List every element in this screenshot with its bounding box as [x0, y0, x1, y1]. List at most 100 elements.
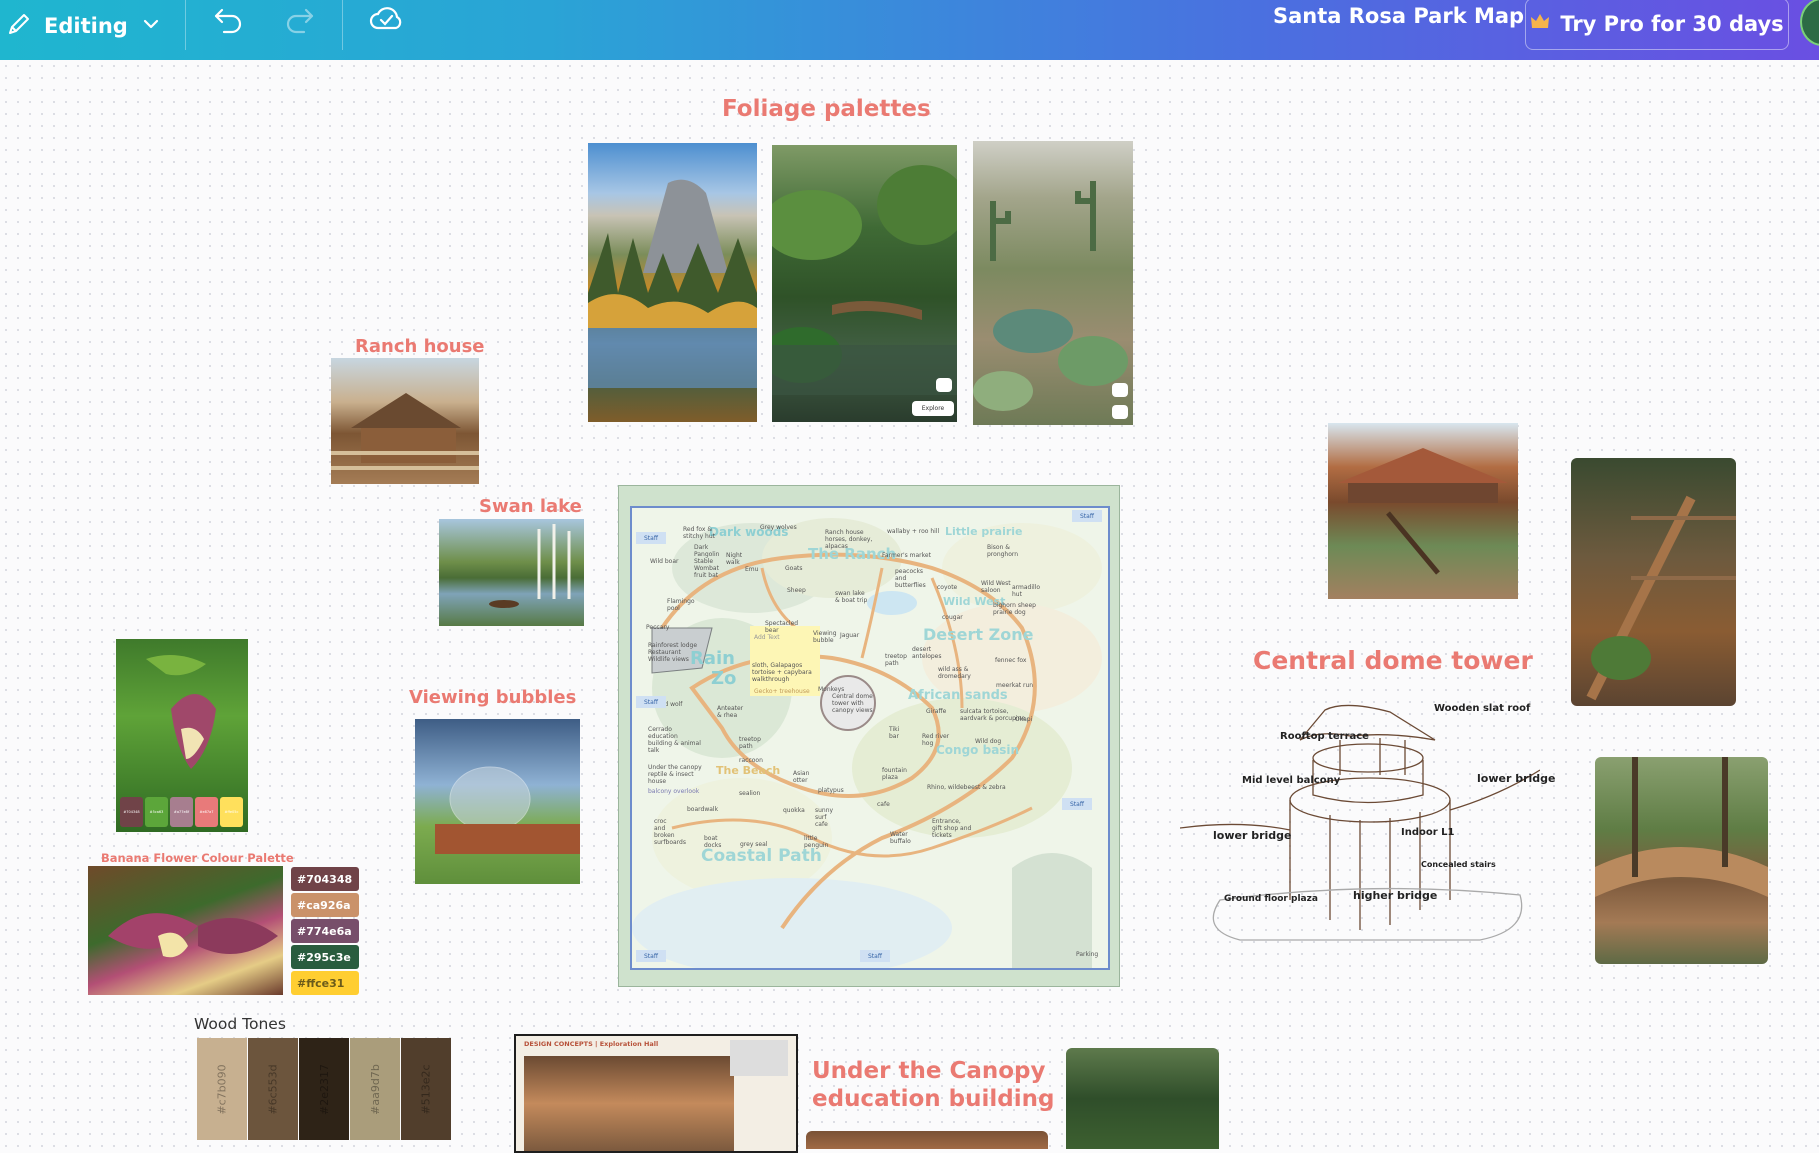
- sketch-label: lower bridge: [1477, 772, 1556, 785]
- map-label: platypus: [818, 787, 844, 794]
- map-label: Central dome tower with canopy views: [832, 693, 873, 714]
- map-label: raccoon: [739, 757, 763, 764]
- ranch-house-photo[interactable]: [331, 358, 479, 484]
- try-pro-label: Try Pro for 30 days: [1560, 12, 1784, 36]
- zone-the-beach: The Beach: [716, 764, 781, 777]
- design-concepts-label: DESIGN CONCEPTS | Exploration Hall: [524, 1040, 659, 1048]
- map-label: Okapi: [1015, 716, 1033, 723]
- map-label: Water buffalo: [890, 831, 911, 845]
- banana-palette-heading: Banana Flower Colour Palette: [101, 851, 294, 865]
- try-pro-button[interactable]: Try Pro for 30 days: [1525, 0, 1789, 50]
- central-dome-heading: Central dome tower: [1253, 646, 1533, 675]
- wood-tone-swatch[interactable]: #2e2317: [299, 1038, 349, 1140]
- color-swatch[interactable]: #704348: [291, 867, 359, 891]
- ranch-house-heading: Ranch house: [355, 336, 485, 357]
- map-label: swan lake & boat trip: [835, 590, 868, 604]
- desert-garden-photo[interactable]: [973, 141, 1133, 425]
- map-label: Rainforest lodge Restaurant Wildlife views: [648, 642, 698, 663]
- map-label: sunny surf cafe: [815, 807, 834, 828]
- explore-button[interactable]: Explore: [912, 401, 954, 416]
- map-label: Parking: [1076, 951, 1099, 958]
- viewing-bubbles-heading: Viewing bubbles: [409, 687, 577, 708]
- park-map[interactable]: Dark woods The Ranch Little prairie Wild…: [630, 506, 1110, 970]
- sketch-label: higher bridge: [1353, 889, 1438, 902]
- wood-tone-label: #6c553d: [266, 1063, 280, 1115]
- sketch-label: Concealed stairs: [1421, 860, 1496, 869]
- wood-tone-swatch[interactable]: #c7b090: [197, 1038, 247, 1140]
- expand-icon[interactable]: [1112, 383, 1128, 397]
- sketch-label: Indoor L1: [1401, 827, 1455, 838]
- map-label: boardwalk: [687, 806, 719, 813]
- avatar[interactable]: [1800, 0, 1819, 46]
- document-title[interactable]: Santa Rosa Park Map: [1273, 4, 1524, 28]
- map-label: balcony overlook: [648, 788, 700, 795]
- color-swatch[interactable]: #295c3e: [291, 945, 359, 969]
- editing-mode-dropdown[interactable]: Editing: [6, 6, 162, 46]
- map-label: Giraffe: [926, 708, 947, 715]
- redo-icon: [282, 4, 316, 38]
- viewing-bubble-photo[interactable]: [415, 719, 580, 884]
- mini-color-swatch: #5ca63: [145, 797, 168, 827]
- map-label: Add Text: [754, 634, 780, 641]
- sketch-label: Mid level balcony: [1242, 775, 1341, 786]
- wood-tone-label: #c7b090: [215, 1063, 229, 1115]
- staff-marker: Staff: [1062, 798, 1092, 810]
- map-label: Wild boar: [650, 558, 679, 565]
- wood-tone-swatch[interactable]: #513e2c: [401, 1038, 451, 1140]
- map-label: treetop path: [885, 653, 907, 667]
- map-label: Night walk: [726, 552, 743, 566]
- map-label: Tiki bar: [889, 726, 900, 740]
- color-swatch[interactable]: #774e6a: [291, 919, 359, 943]
- sketch-label: Ground floor plaza: [1224, 894, 1318, 904]
- cloud-check-icon: [368, 2, 404, 38]
- color-swatch[interactable]: #ca926a: [291, 893, 359, 917]
- map-label: croc and broken surfboards: [654, 818, 686, 846]
- zone-little-prairie: Little prairie: [945, 525, 1023, 538]
- cloud-save-button[interactable]: [368, 2, 404, 38]
- map-label: armadillo hut: [1012, 584, 1041, 598]
- staff-marker: Staff: [1072, 510, 1102, 522]
- expand-icon[interactable]: [936, 378, 952, 392]
- map-label: Sheep: [787, 587, 806, 594]
- undo-button[interactable]: [212, 4, 246, 38]
- canopy-building-photo[interactable]: [806, 1131, 1048, 1149]
- mountain-lake-photo[interactable]: [588, 143, 757, 422]
- mini-color-swatch: #704348: [120, 797, 143, 827]
- canopy-interior-photo[interactable]: [1066, 1048, 1219, 1149]
- external-link-icon[interactable]: [1112, 405, 1128, 419]
- sketch-label: lower bridge: [1213, 829, 1292, 842]
- stair-tower-photo[interactable]: [1571, 458, 1736, 706]
- toolbar-divider: [342, 0, 343, 50]
- map-label: meerkat run: [996, 682, 1034, 689]
- map-label: Farmer's market: [882, 552, 931, 559]
- wood-tone-swatch[interactable]: #6c553d: [248, 1038, 298, 1140]
- map-label: Jaguar: [840, 632, 860, 639]
- map-label: desert antelopes: [912, 646, 942, 660]
- design-concepts-card[interactable]: DESIGN CONCEPTS | Exploration Hall: [514, 1034, 798, 1153]
- map-label: Under the canopy reptile & insect house: [648, 764, 702, 785]
- map-label: Red river hog: [922, 733, 950, 747]
- map-label: sloth, Galapagos tortoise + capybara walkt…: [752, 662, 812, 683]
- pencil-icon: [6, 11, 32, 41]
- color-swatch[interactable]: #ffce31: [291, 971, 359, 995]
- treetop-deck-photo[interactable]: [1595, 757, 1768, 964]
- map-label: little penguin: [804, 835, 829, 849]
- map-label: Dark Pangolin Stable Wombat fruit bat: [694, 544, 720, 579]
- map-label: Flamingo pool: [667, 598, 695, 612]
- map-label: Ranch house horses, donkey, alpacas: [825, 529, 873, 550]
- banana-flower-photo[interactable]: #704348 #5ca63 #a77e8f #e87a7 #ffe05c: [116, 639, 248, 832]
- dome-tower-photo[interactable]: [1328, 423, 1518, 599]
- map-label: Goats: [785, 565, 803, 572]
- wood-tones-heading: Wood Tones: [194, 1015, 286, 1033]
- map-label: treetop path: [739, 736, 761, 750]
- zone-desert: Desert Zone: [923, 625, 1034, 644]
- wood-tone-swatch[interactable]: #aa9d7b: [350, 1038, 400, 1140]
- redo-button[interactable]: [282, 4, 316, 38]
- rainforest-bridge-photo[interactable]: Explore: [772, 145, 957, 422]
- swan-lake-photo[interactable]: [439, 519, 584, 626]
- park-map-frame[interactable]: Dark woods The Ranch Little prairie Wild…: [618, 485, 1120, 987]
- map-label: Peccary: [646, 624, 670, 631]
- map-label: Red fox & stitchy hut: [683, 526, 716, 540]
- map-label: Rhino, wildebeest & zebra: [927, 784, 1006, 791]
- banana-palette-photo[interactable]: [88, 866, 283, 995]
